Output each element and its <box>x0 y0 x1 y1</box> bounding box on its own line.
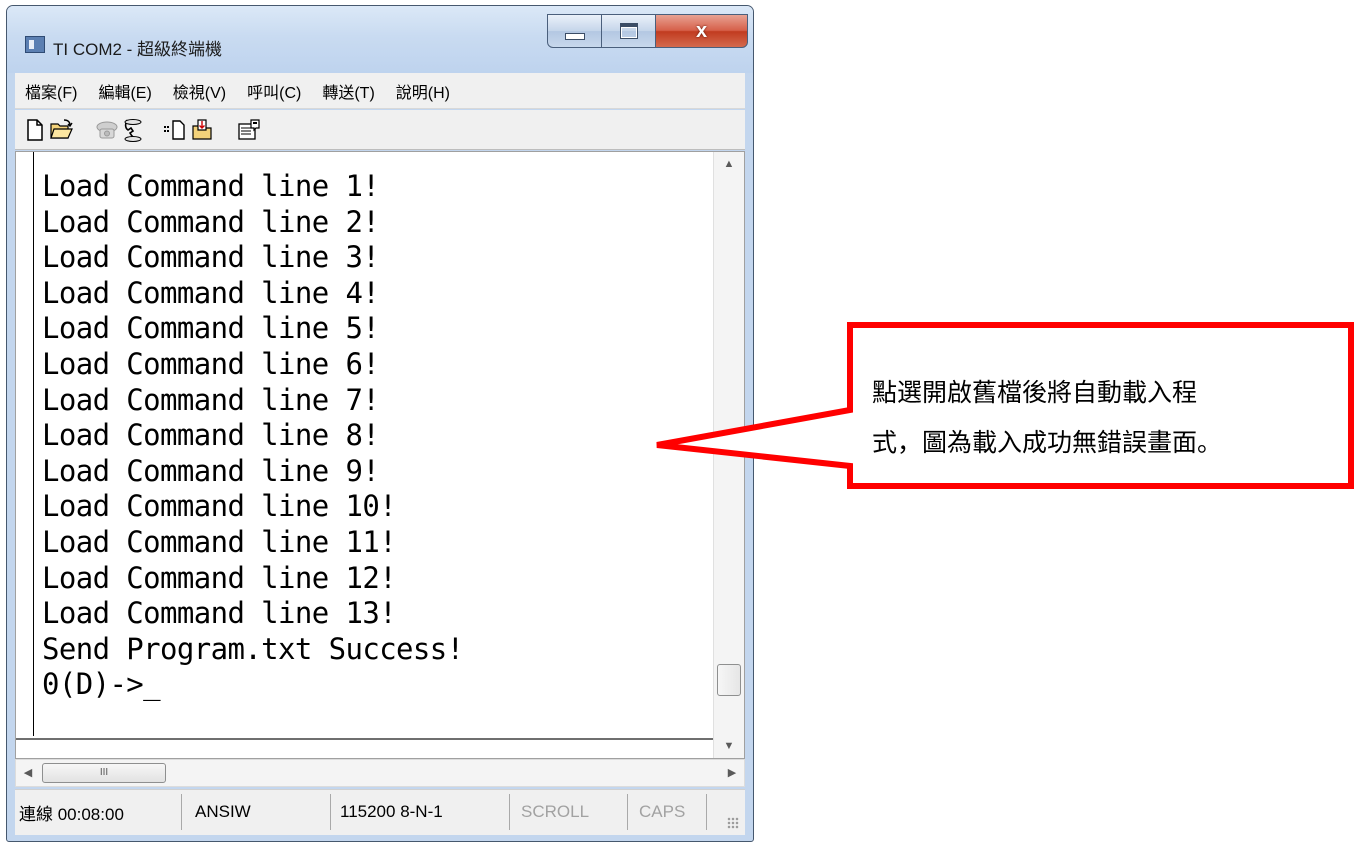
callout-line-1: 點選開啟舊檔後將自動載入程 <box>872 378 1198 407</box>
callout-text: 點選開啟舊檔後將自動載入程 式，圖為載入成功無錯誤畫面。 <box>872 368 1332 468</box>
callout-line-2: 式，圖為載入成功無錯誤畫面。 <box>872 428 1223 457</box>
